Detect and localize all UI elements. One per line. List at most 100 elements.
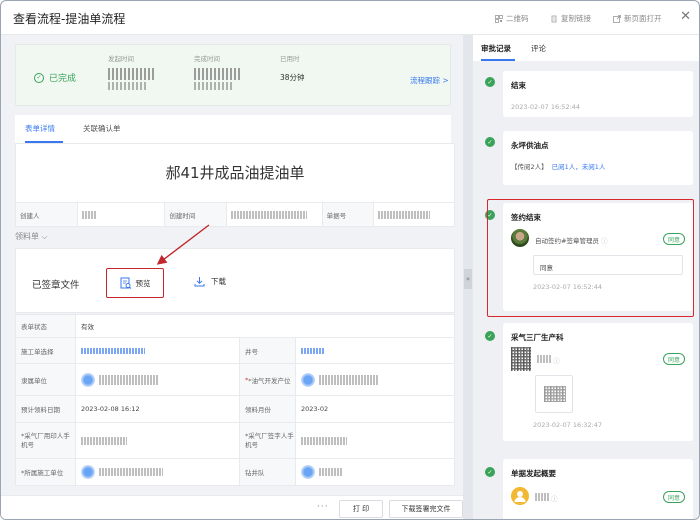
tab-approval-records[interactable]: 审批记录 [481,43,511,54]
finish-time-redacted-2 [194,82,232,90]
app-window: 查看流程-提油单流程 二维码 复制链接 新页面打开 ✕ ✓ 已完成 发起时间 完… [0,0,700,520]
pane-splitter[interactable]: » [463,35,473,519]
start-time-redacted [108,68,154,80]
status-badge: ✓ 已完成 [34,71,76,84]
open-new-page-label: 新页面打开 [624,14,662,23]
form-status-label: 表单状态 [16,315,76,337]
creator-label: 创建人 [16,203,78,226]
approval-record: 结束 2023-02-07 16:52:44 [503,71,693,117]
record-title: 单据发起概要 [511,469,556,478]
page-title: 查看流程-提油单流程 [13,12,126,26]
copy-link-icon [551,15,557,22]
process-trace-link[interactable]: 流程跟踪 > [410,75,449,86]
record-time: 2023-02-07 16:32:47 [533,421,603,429]
tab-related-confirmation[interactable]: 关联确认单 [83,123,121,134]
approval-record: 单据发起概要 ⓘ 同意 [503,459,693,519]
download-button[interactable]: 下载 [194,276,226,287]
read-status-link[interactable]: 已阅1人，未阅1人 [552,163,606,171]
finish-time-column: 完成时间 [194,53,240,90]
seal-user-phone-label: *采气厂用印人手机号 [16,423,76,458]
material-fields-table: 表单状态 有效 施工单选择 井号 隶属单位 * *油气开发产位 预计领料日期 20… [15,314,455,486]
qrcode-label: 二维码 [506,14,529,23]
table-row: 预计领料日期 2023-02-08 16:12 领料月份 2023-02 [16,396,454,423]
check-circle-icon: ✓ [34,72,44,83]
copy-link-button[interactable]: 复制链接 [550,13,591,24]
elapsed-value: 38分钟 [280,73,305,82]
download-icon [194,277,205,287]
close-icon[interactable]: ✕ [680,9,691,24]
material-section-toggle[interactable]: 领料单 ⌵ [15,231,48,242]
record-title: 结束 [511,81,526,90]
approver-name: ⓘ [537,355,560,365]
record-title: 采气三厂生产科 [511,333,564,342]
action-footer: ··· 打 印 下载签署完文件 [1,495,463,519]
table-row: 表单状态 有效 [16,315,454,338]
oil-gas-unit-label: * *油气开发产位 [240,364,296,395]
document-number-label: 单据号 [322,203,375,226]
form-pane: ✓ 已完成 发起时间 完成时间 已用时 38分钟 流程跟踪 > 表单详情 关联确… [1,35,463,519]
drilling-team-value [296,459,454,485]
signer-phone-value [296,423,454,458]
finish-time-redacted [194,68,240,80]
form-status-value: 有效 [81,323,94,331]
qrcode-icon [495,14,503,23]
expected-date-value: 2023-02-08 16:12 [76,396,240,422]
qrcode-button[interactable]: 二维码 [495,13,529,24]
table-row: *采气厂用印人手机号 *采气厂签字人手机号 [16,423,454,459]
elapsed-column: 已用时 38分钟 [280,53,305,83]
tab-form-detail[interactable]: 表单详情 [25,123,55,134]
record-status-icon: ✓ [485,331,495,341]
approver-name: ⓘ [535,493,558,503]
construction-order-value[interactable] [76,338,240,363]
window-header: 查看流程-提油单流程 二维码 复制链接 新页面打开 ✕ [1,1,699,35]
material-month-label: 领料月份 [240,396,296,422]
record-status-icon: ✓ [485,137,495,147]
print-button[interactable]: 打 印 [339,500,383,518]
well-number-label: 井号 [240,338,296,363]
start-time-column: 发起时间 [108,53,154,90]
signature-image[interactable] [535,375,573,413]
well-number-value [296,338,454,363]
record-status-icon: ✓ [485,77,495,87]
expected-date-label: 预计领料日期 [16,396,76,422]
signer-phone-label: *采气厂签字人手机号 [240,423,296,458]
info-icon: ⓘ [553,357,560,365]
status-text: 已完成 [49,74,77,84]
record-time: 2023-02-07 16:52:44 [511,103,581,111]
tab-comments[interactable]: 评论 [531,43,546,54]
signed-files-label: 已签章文件 [32,280,80,291]
creator-value [78,203,166,226]
record-status-icon: ✓ [485,467,495,477]
download-signed-button[interactable]: 下载签署完文件 [389,500,463,518]
affiliated-unit-label: 隶属单位 [16,364,76,395]
table-row: 施工单选择 井号 [16,338,454,364]
info-icon: ⓘ [551,495,558,503]
approval-tabs: 审批记录 评论 [473,35,699,61]
approval-badge: 同意 [662,353,685,365]
material-month-value: 2023-02 [301,405,329,413]
preview-icon [120,277,131,289]
construction-unit-value [76,459,240,485]
status-summary: ✓ 已完成 发起时间 完成时间 已用时 38分钟 流程跟踪 > [15,44,451,106]
download-label: 下载 [211,277,226,286]
elapsed-label: 已用时 [280,55,300,63]
open-new-page-icon [613,14,621,23]
copy-link-label: 复制链接 [561,14,591,23]
avatar [511,347,531,371]
active-tab-underline [481,59,515,61]
preview-label: 预览 [135,278,151,288]
approval-record: 永坪供油点 【传阅2人】 已阅1人，未阅1人 [503,131,693,185]
construction-order-label: 施工单选择 [16,338,76,363]
approval-badge: 同意 [662,491,685,503]
affiliated-unit-value [76,364,240,395]
drilling-team-label: 钻井队 [240,459,296,485]
signed-files-section: 已签章文件 预览 下载 [15,248,455,313]
finish-time-label: 完成时间 [194,55,220,63]
open-new-page-button[interactable]: 新页面打开 [613,13,662,24]
approval-record: 采气三厂生产科 ⓘ 同意 2023-02-07 16:32:47 [503,323,693,441]
more-actions-button[interactable]: ··· [317,502,329,512]
create-time-value [227,203,323,226]
collapse-handle[interactable]: » [464,269,472,289]
preview-button[interactable]: 预览 [106,268,164,298]
record-circulation: 【传阅2人】 已阅1人，未阅1人 [511,163,606,171]
